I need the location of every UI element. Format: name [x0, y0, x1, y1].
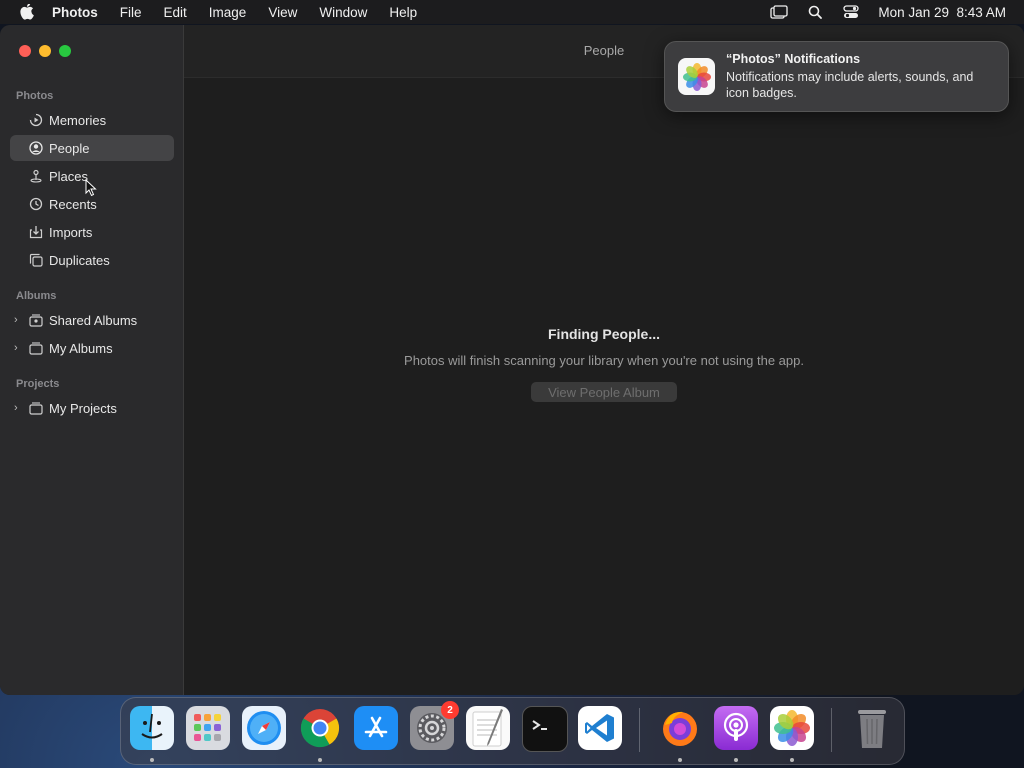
terminal-icon[interactable]	[522, 706, 568, 752]
people-content-area: Finding People... Photos will finish sca…	[184, 78, 1024, 695]
mouse-cursor-icon	[85, 178, 97, 202]
sidebar-section-photos: Photos	[16, 90, 54, 102]
photos-window: Photos Memories People Places Recents Im…	[0, 25, 1024, 695]
notification-banner[interactable]: “Photos” Notifications Notifications may…	[664, 41, 1009, 112]
dock-separator	[831, 708, 832, 752]
notification-badge: 2	[441, 701, 459, 719]
launchpad-icon[interactable]	[186, 706, 230, 750]
view-people-album-button[interactable]: View People Album	[531, 382, 677, 402]
finder-running-indicator	[150, 758, 154, 762]
sidebar-item-label: People	[49, 140, 90, 156]
chrome-running-indicator	[318, 758, 322, 762]
close-window-button[interactable]	[19, 45, 31, 57]
menu-window[interactable]: Window	[319, 5, 367, 20]
sidebar-item-my-projects[interactable]: › My Projects	[10, 395, 174, 421]
dock-separator	[639, 708, 640, 752]
sidebar-item-duplicates[interactable]: Duplicates	[10, 247, 174, 273]
menu-clock[interactable]: Mon Jan 29 8:43 AM	[878, 5, 1006, 20]
notification-title: “Photos” Notifications	[726, 52, 861, 66]
sidebar-item-label: Places	[49, 168, 89, 184]
sidebar-item-imports[interactable]: Imports	[10, 219, 174, 245]
spotlight-search-icon[interactable]	[806, 5, 824, 19]
menu-app-name[interactable]: Photos	[52, 5, 98, 20]
control-center-icon[interactable]	[842, 5, 860, 19]
scanning-message: Photos will finish scanning your library…	[404, 353, 804, 368]
my-albums-icon	[28, 340, 44, 356]
app-store-icon[interactable]	[354, 706, 398, 750]
minimize-window-button[interactable]	[39, 45, 51, 57]
sidebar-item-shared-albums[interactable]: › Shared Albums	[10, 307, 174, 333]
vscode-icon[interactable]	[578, 706, 622, 750]
my-projects-icon	[28, 400, 44, 416]
finding-people-heading: Finding People...	[548, 326, 660, 342]
photos-running-indicator	[790, 758, 794, 762]
people-icon	[28, 140, 44, 156]
menu-view[interactable]: View	[268, 5, 297, 20]
sidebar-item-memories[interactable]: Memories	[10, 107, 174, 133]
photos-app-icon	[678, 58, 715, 95]
photos-dock-icon[interactable]	[770, 706, 814, 750]
recents-icon	[28, 196, 44, 212]
sidebar-item-label: My Albums	[49, 340, 113, 356]
finder-icon[interactable]	[130, 706, 174, 750]
trash-icon[interactable]	[850, 706, 894, 750]
firefox-running-indicator	[678, 758, 682, 762]
sidebar: Photos Memories People Places Recents Im…	[0, 25, 184, 695]
screen-mirroring-icon[interactable]	[770, 5, 789, 19]
menu-help[interactable]: Help	[389, 5, 417, 20]
notification-body: Notifications may include alerts, sounds…	[726, 70, 974, 100]
chrome-icon[interactable]	[298, 706, 342, 750]
memories-icon	[28, 112, 44, 128]
imports-icon	[28, 224, 44, 240]
sidebar-item-my-albums[interactable]: › My Albums	[10, 335, 174, 361]
dock: 2	[120, 697, 905, 765]
shared-albums-icon	[28, 312, 44, 328]
sidebar-section-projects: Projects	[16, 378, 60, 390]
window-controls	[19, 45, 71, 57]
apple-menu-icon[interactable]	[16, 4, 38, 20]
chevron-right-icon[interactable]: ›	[14, 342, 24, 354]
menu-file[interactable]: File	[120, 5, 142, 20]
textedit-icon[interactable]	[466, 706, 510, 750]
menu-bar: Photos File Edit Image View Window Help …	[0, 0, 1024, 24]
podcasts-running-indicator	[734, 758, 738, 762]
zoom-window-button[interactable]	[59, 45, 71, 57]
sidebar-item-label: Imports	[49, 224, 93, 240]
sidebar-item-people[interactable]: People	[10, 135, 174, 161]
sidebar-item-label: Duplicates	[49, 252, 110, 268]
podcasts-icon[interactable]	[714, 706, 758, 750]
duplicates-icon	[28, 252, 44, 268]
menu-edit[interactable]: Edit	[164, 5, 187, 20]
chevron-right-icon[interactable]: ›	[14, 314, 24, 326]
sidebar-item-label: My Projects	[49, 400, 117, 416]
system-settings-icon[interactable]: 2	[410, 701, 459, 750]
chevron-right-icon[interactable]: ›	[14, 402, 24, 414]
firefox-icon[interactable]	[658, 706, 702, 750]
sidebar-item-label: Shared Albums	[49, 312, 138, 328]
menu-image[interactable]: Image	[209, 5, 247, 20]
sidebar-section-albums: Albums	[16, 290, 57, 302]
sidebar-item-label: Memories	[49, 112, 107, 128]
safari-icon[interactable]	[242, 706, 286, 750]
places-icon	[28, 168, 44, 184]
